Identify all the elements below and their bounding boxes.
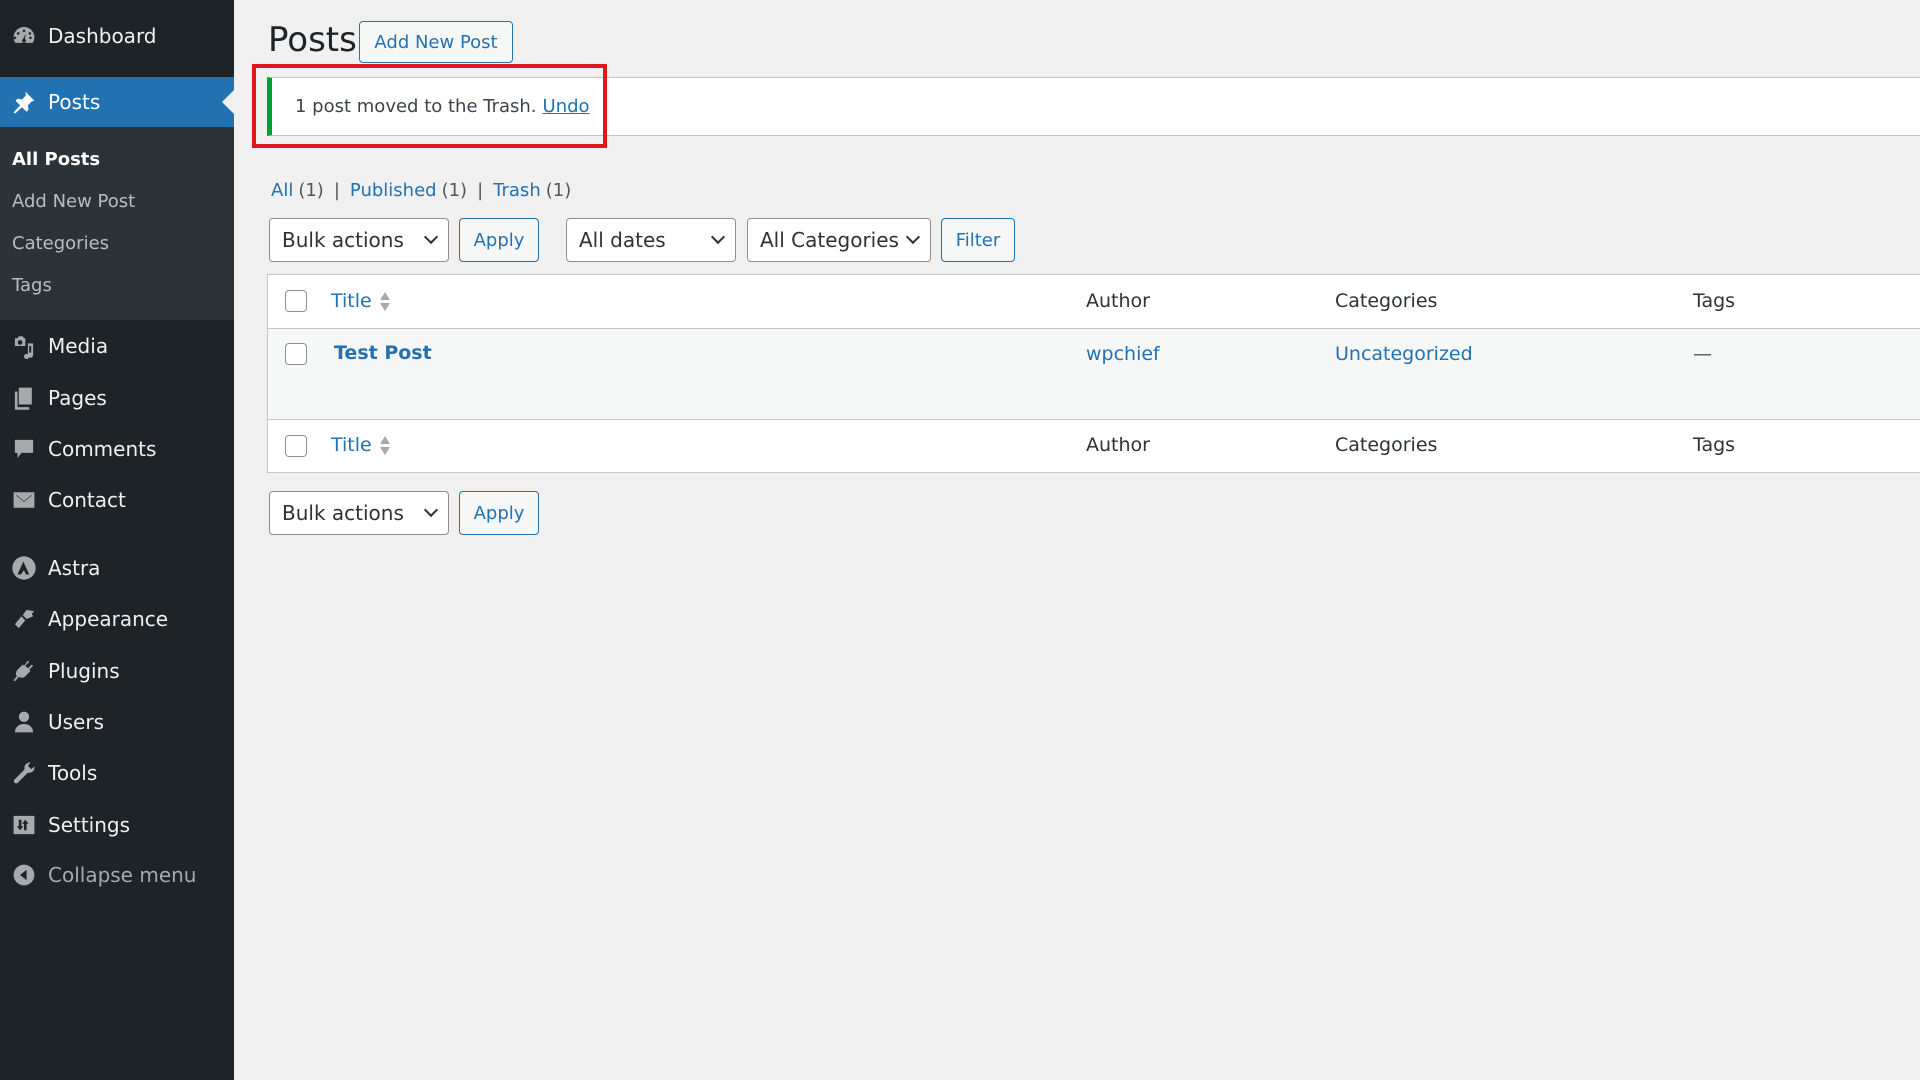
pin-icon bbox=[0, 89, 48, 115]
menu-label: Settings bbox=[48, 813, 131, 837]
posts-table: Title Author Categories Tags Test Post w… bbox=[267, 274, 1920, 473]
dates-filter-select[interactable]: All dates bbox=[566, 218, 736, 262]
chevron-down-icon bbox=[905, 229, 921, 245]
chevron-down-icon bbox=[710, 229, 726, 245]
media-icon bbox=[0, 333, 48, 359]
post-author-link[interactable]: wpchief bbox=[1086, 343, 1160, 365]
plugin-icon bbox=[0, 658, 48, 684]
menu-item-settings[interactable]: Settings bbox=[0, 800, 234, 850]
filter-button[interactable]: Filter bbox=[941, 218, 1015, 262]
admin-sidebar: Dashboard Posts All Posts Add New Post C… bbox=[0, 0, 234, 1080]
submenu-categories[interactable]: Categories bbox=[12, 233, 109, 254]
apply-button-top[interactable]: Apply bbox=[459, 218, 539, 262]
bulk-actions-select-bottom[interactable]: Bulk actions bbox=[269, 491, 449, 535]
menu-label: Dashboard bbox=[48, 24, 157, 48]
categories-filter-select[interactable]: All Categories bbox=[747, 218, 931, 262]
separator: | bbox=[333, 180, 340, 201]
menu-item-comments[interactable]: Comments bbox=[0, 424, 234, 474]
user-icon bbox=[0, 709, 48, 735]
paintbrush-icon bbox=[0, 606, 48, 632]
posts-submenu: All Posts Add New Post Categories Tags bbox=[0, 127, 234, 320]
menu-label: Users bbox=[48, 710, 105, 734]
post-status-views: All (1) | Published (1) | Trash (1) bbox=[271, 180, 571, 201]
select-value: All dates bbox=[579, 228, 666, 252]
view-published-link[interactable]: Published bbox=[350, 180, 437, 201]
title-column-sort-link[interactable]: Title bbox=[331, 434, 372, 456]
collapse-menu-button[interactable]: Collapse menu bbox=[0, 850, 234, 900]
submenu-add-new-post[interactable]: Add New Post bbox=[12, 191, 135, 212]
submenu-tags[interactable]: Tags bbox=[12, 275, 52, 296]
table-footer-row: Title Author Categories Tags bbox=[268, 420, 1920, 473]
settings-icon bbox=[0, 812, 48, 838]
menu-label: Pages bbox=[48, 386, 107, 410]
bulk-actions-select-top[interactable]: Bulk actions bbox=[269, 218, 449, 262]
pages-icon bbox=[0, 385, 48, 411]
menu-item-pages[interactable]: Pages bbox=[0, 373, 234, 423]
wrench-icon bbox=[0, 760, 48, 786]
page-title: Posts bbox=[268, 20, 357, 60]
tags-column-footer: Tags bbox=[1693, 434, 1736, 456]
menu-item-contact[interactable]: Contact bbox=[0, 475, 234, 525]
comment-icon bbox=[0, 436, 48, 462]
select-all-checkbox-bottom[interactable] bbox=[285, 435, 307, 457]
menu-item-media[interactable]: Media bbox=[0, 321, 234, 371]
categories-column-footer: Categories bbox=[1335, 434, 1438, 456]
chevron-down-icon bbox=[423, 502, 439, 518]
menu-item-plugins[interactable]: Plugins bbox=[0, 646, 234, 696]
collapse-label: Collapse menu bbox=[48, 863, 197, 887]
post-tags-value: — bbox=[1693, 343, 1712, 365]
menu-label: Media bbox=[48, 334, 109, 358]
menu-label: Plugins bbox=[48, 659, 120, 683]
author-column-footer: Author bbox=[1086, 434, 1150, 456]
post-category-link[interactable]: Uncategorized bbox=[1335, 343, 1473, 365]
row-checkbox[interactable] bbox=[285, 343, 307, 365]
astra-icon bbox=[0, 555, 48, 581]
menu-label: Posts bbox=[48, 90, 101, 114]
menu-label: Astra bbox=[48, 556, 101, 580]
notice-message: 1 post moved to the Trash. bbox=[295, 96, 537, 117]
categories-column-header: Categories bbox=[1335, 290, 1438, 312]
submenu-all-posts[interactable]: All Posts bbox=[12, 149, 100, 170]
table-header-row: Title Author Categories Tags bbox=[268, 275, 1920, 329]
apply-button-bottom[interactable]: Apply bbox=[459, 491, 539, 535]
select-all-checkbox[interactable] bbox=[285, 290, 307, 312]
chevron-down-icon bbox=[423, 229, 439, 245]
view-all-link[interactable]: All bbox=[271, 180, 293, 201]
view-trash-count: (1) bbox=[545, 180, 572, 201]
envelope-icon bbox=[0, 487, 48, 513]
view-trash-link[interactable]: Trash bbox=[493, 180, 541, 201]
undo-link[interactable]: Undo bbox=[543, 96, 590, 117]
trash-notice: 1 post moved to the Trash. Undo bbox=[267, 77, 1920, 136]
menu-item-posts[interactable]: Posts bbox=[0, 77, 234, 127]
select-value: Bulk actions bbox=[282, 228, 404, 252]
dashboard-icon bbox=[0, 23, 48, 49]
table-row: Test Post wpchief Uncategorized — bbox=[268, 329, 1920, 420]
menu-item-tools[interactable]: Tools bbox=[0, 748, 234, 798]
menu-label: Comments bbox=[48, 437, 157, 461]
sort-icon[interactable] bbox=[380, 434, 390, 458]
menu-item-users[interactable]: Users bbox=[0, 697, 234, 747]
separator: | bbox=[477, 180, 484, 201]
select-value: Bulk actions bbox=[282, 501, 404, 525]
view-published-count: (1) bbox=[441, 180, 468, 201]
menu-item-astra[interactable]: Astra bbox=[0, 543, 234, 593]
select-value: All Categories bbox=[760, 228, 899, 252]
author-column-header: Author bbox=[1086, 290, 1150, 312]
menu-item-appearance[interactable]: Appearance bbox=[0, 594, 234, 644]
collapse-icon bbox=[0, 862, 48, 888]
view-all-count: (1) bbox=[298, 180, 324, 201]
title-column-sort-link[interactable]: Title bbox=[331, 290, 372, 312]
menu-label: Tools bbox=[48, 761, 98, 785]
add-new-post-button[interactable]: Add New Post bbox=[359, 21, 513, 63]
menu-item-dashboard[interactable]: Dashboard bbox=[0, 11, 234, 61]
sort-icon[interactable] bbox=[380, 290, 390, 314]
menu-label: Appearance bbox=[48, 607, 169, 631]
menu-label: Contact bbox=[48, 488, 126, 512]
post-title-link[interactable]: Test Post bbox=[334, 342, 432, 364]
tags-column-header: Tags bbox=[1693, 290, 1736, 312]
